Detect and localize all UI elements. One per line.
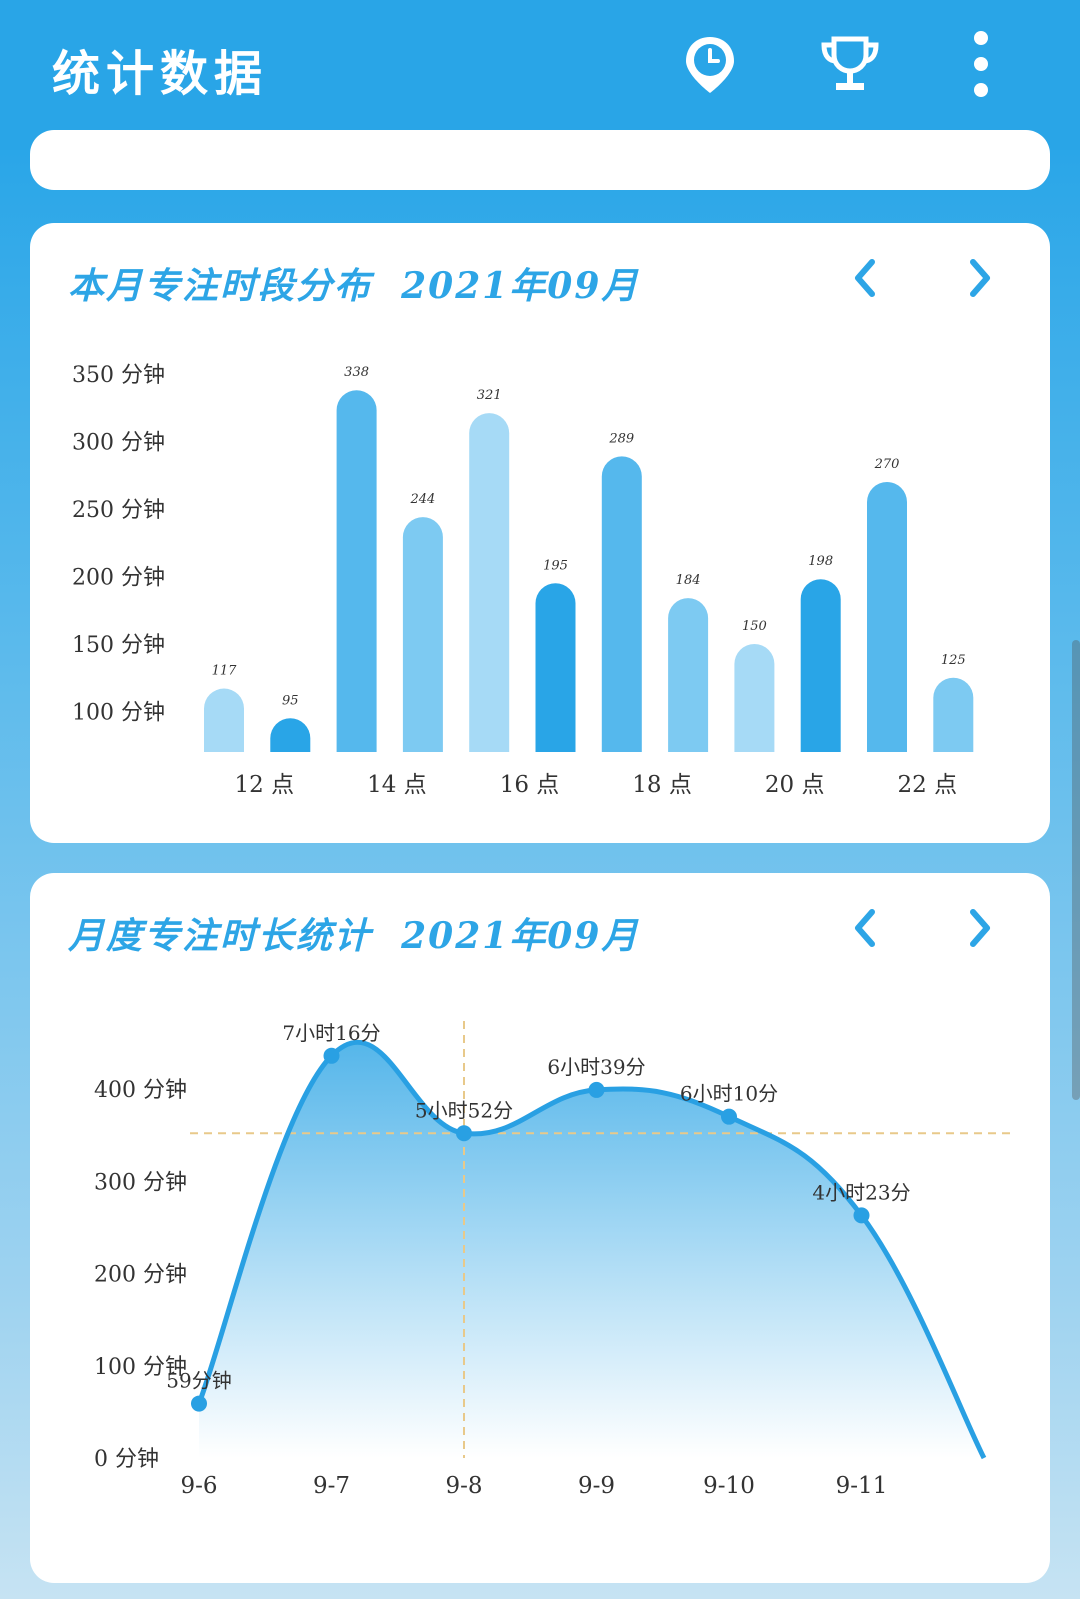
data-point-label: 4小时23分 — [812, 1180, 910, 1204]
y-axis-tick-label: 350 分钟 — [72, 363, 165, 388]
bar-value-label: 95 — [282, 693, 299, 708]
y-axis-tick-label: 200 分钟 — [94, 1263, 187, 1288]
monthly-duration-card: 月度专注时长统计 2021年09月 0 分钟 100 分钟 200 分钟 300 分钟… — [30, 873, 1050, 1583]
more-vert-icon — [974, 31, 988, 97]
trophy-icon — [821, 36, 879, 90]
bar-value-label: 125 — [941, 653, 966, 668]
bar-value-label: 244 — [409, 492, 435, 507]
data-point-label: 59分钟 — [166, 1369, 231, 1393]
x-axis-tick-label: 9-11 — [836, 1473, 888, 1499]
y-axis-tick-label: 200 分钟 — [72, 566, 165, 591]
more-options-button[interactable] — [946, 30, 1016, 100]
data-point — [588, 1081, 605, 1098]
y-axis-tick-label: 150 分钟 — [72, 633, 165, 658]
page-title: 统计数据 — [52, 46, 269, 102]
x-axis-tick-label: 18 点 — [632, 772, 692, 798]
data-point-label: 6小时10分 — [680, 1082, 778, 1106]
monthly-duration-area-chart: 0 分钟100 分钟200 分钟300 分钟400 分钟59分钟7小时16分5小… — [94, 1021, 1015, 1499]
y-axis-tick-label: 0 分钟 — [94, 1447, 159, 1472]
trophy-button[interactable] — [815, 30, 885, 100]
data-point — [191, 1395, 207, 1412]
bar-value-label: 289 — [608, 431, 634, 446]
focus-period-card: 本月专注时段分布 2021年09月 100 分钟 150 分钟 200 分钟 250 … — [30, 223, 1050, 843]
x-axis-tick-label: 9-7 — [313, 1473, 350, 1499]
summary-card-partial — [30, 130, 1050, 190]
bar-value-label: 150 — [742, 619, 767, 634]
bar-value-label: 198 — [808, 554, 833, 569]
y-axis-tick-label: 400 分钟 — [94, 1078, 187, 1103]
data-point-label: 6小时39分 — [547, 1055, 645, 1079]
data-point — [456, 1125, 472, 1142]
x-axis-tick-label: 20 点 — [765, 772, 825, 798]
focus-period-bar-chart: 100 分钟 150 分钟 200 分钟 250 分钟 300 分钟 350 分钟 117 9… — [72, 363, 1030, 798]
app-bar: 统计数据 — [0, 0, 1080, 150]
x-axis-tick-label: 22 点 — [898, 772, 958, 798]
history-button[interactable] — [675, 30, 745, 100]
y-axis-tick-label: 250 分钟 — [72, 498, 165, 523]
y-axis-tick-label: 300 分钟 — [94, 1170, 187, 1195]
bar-value-label: 338 — [344, 365, 369, 380]
x-axis-tick-label: 9-10 — [703, 1473, 755, 1499]
data-point-label: 7小时16分 — [282, 1021, 380, 1045]
x-axis-tick-label: 14 点 — [367, 772, 427, 798]
bar — [535, 583, 576, 772]
x-axis-tick-label: 9-8 — [445, 1473, 482, 1499]
data-point — [853, 1207, 870, 1224]
bar — [469, 413, 510, 772]
area-fill — [199, 1042, 984, 1458]
data-point — [721, 1108, 737, 1125]
scrollbar[interactable] — [1072, 640, 1080, 1100]
bar — [668, 598, 709, 772]
bar-value-label: 270 — [874, 457, 900, 472]
y-axis-tick-label: 300 分钟 — [72, 431, 165, 456]
bar — [402, 517, 443, 772]
bar — [800, 579, 841, 772]
bar-value-label: 321 — [477, 388, 502, 403]
bar-value-label: 195 — [543, 558, 568, 573]
x-axis-tick-label: 9-9 — [578, 1473, 615, 1499]
bar — [601, 456, 642, 772]
data-point — [323, 1047, 340, 1064]
bar-value-label: 117 — [212, 664, 238, 679]
bar-value-label: 184 — [676, 573, 701, 588]
x-axis-tick-label: 16 点 — [500, 772, 560, 798]
x-axis-tick-label: 12 点 — [235, 772, 295, 798]
y-axis-tick-label: 100 分钟 — [72, 701, 165, 726]
bar — [336, 390, 377, 772]
history-icon — [686, 37, 734, 93]
bar — [867, 482, 907, 772]
data-point-label: 5小时52分 — [415, 1098, 513, 1122]
x-axis-tick-label: 9-6 — [180, 1473, 217, 1499]
